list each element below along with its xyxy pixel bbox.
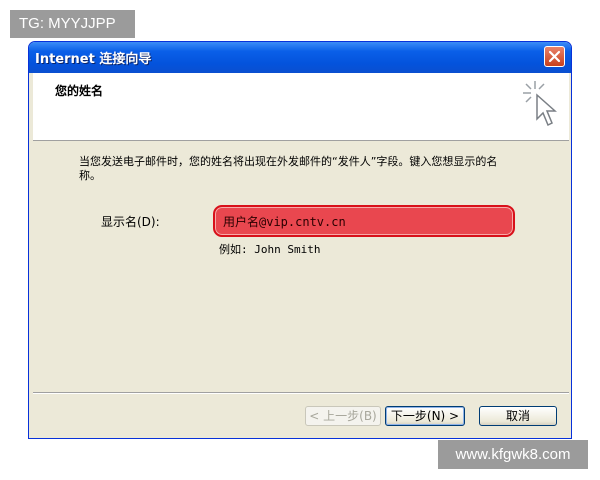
example-text: 例如: John Smith — [219, 243, 321, 256]
display-name-label: 显示名(D): — [101, 215, 160, 229]
divider — [33, 392, 569, 394]
description-text: 当您发送电子邮件时，您的姓名将出现在外发邮件的“发件人”字段。键入您想显示的名称… — [79, 155, 498, 182]
window-title: Internet 连接向导 — [35, 52, 152, 67]
wizard-window: Internet 连接向导 您的姓名 当您发送电子邮件时，您的姓名将出现在外发邮… — [28, 41, 572, 439]
cancel-button[interactable]: 取消 — [479, 406, 557, 426]
back-button[interactable]: < 上一步(B) — [305, 406, 381, 426]
close-button[interactable] — [544, 46, 565, 67]
close-icon — [548, 50, 561, 63]
wizard-cursor-icon — [523, 81, 557, 127]
next-button[interactable]: 下一步(N) > — [385, 406, 465, 426]
watermark-top: TG: MYYJJPP — [10, 10, 135, 38]
wizard-header: 您的姓名 — [33, 73, 569, 141]
wizard-content: 当您发送电子邮件时，您的姓名将出现在外发邮件的“发件人”字段。键入您想显示的名称… — [33, 141, 569, 391]
display-name-value: 用户名@vip.cntv.cn — [223, 215, 346, 229]
display-name-input[interactable]: 用户名@vip.cntv.cn — [213, 205, 515, 237]
page-title: 您的姓名 — [55, 84, 104, 98]
title-bar[interactable]: Internet 连接向导 — [29, 42, 571, 73]
watermark-bottom: www.kfgwk8.com — [438, 440, 588, 469]
